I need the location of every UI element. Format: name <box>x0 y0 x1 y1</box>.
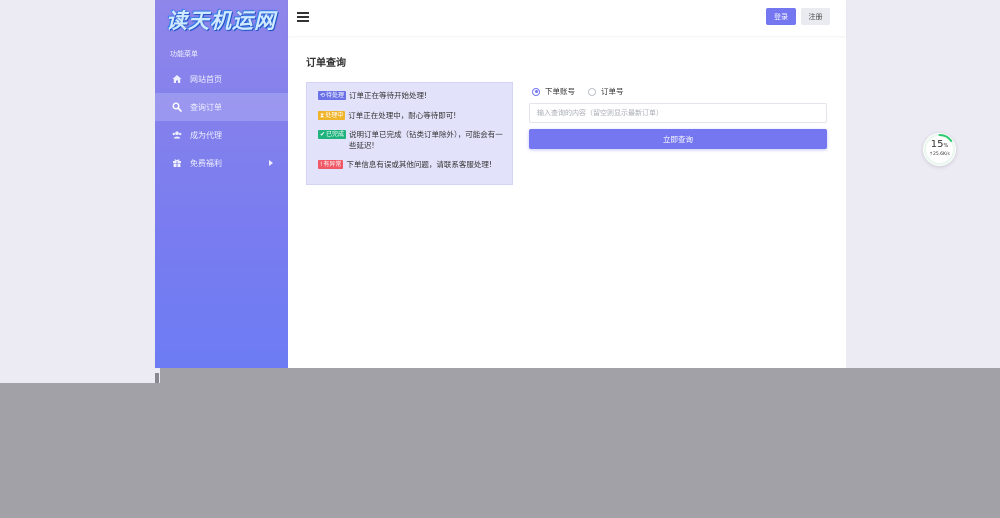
sidebar-item-query-order[interactable]: 查询订单 <box>155 93 288 121</box>
sidebar-item-label: 网站首页 <box>190 74 222 84</box>
sidebar: 读天机运网 功能菜单 网站首页 查询订单 成为代理 免费福利 <box>155 0 288 368</box>
status-row-exception: ! 有异常 下单信息有误或其他问题，请联系客服处理! <box>318 159 508 170</box>
radio-label-order-number[interactable]: 订单号 <box>601 86 624 97</box>
status-description: 订单正在处理中，耐心等待即可! <box>348 111 457 120</box>
alert-circle-icon: ! <box>320 161 323 168</box>
status-row-processing: ⧗ 处理中 订单正在处理中，耐心等待即可! <box>318 110 508 121</box>
check-circle-icon: ✔ <box>320 131 326 138</box>
overlay-notch <box>155 373 159 383</box>
hourglass-icon: ⧗ <box>320 112 325 119</box>
sidebar-item-label: 免费福利 <box>190 158 222 168</box>
query-input[interactable] <box>529 103 827 123</box>
sidebar-item-label: 查询订单 <box>190 102 222 112</box>
radio-order-account[interactable] <box>532 87 540 96</box>
status-row-completed: ✔ 已完成 说明订单已完成（钻类订单除外），可能会有一些延迟! <box>318 129 508 151</box>
radio-label-order-account[interactable]: 下单账号 <box>545 86 575 97</box>
search-icon <box>172 102 182 112</box>
speed-widget[interactable]: 15% ↑25.6K/s <box>923 133 956 166</box>
top-bar: 登录 注册 <box>288 0 846 36</box>
speed-percent: 15% <box>930 139 949 150</box>
hamburger-icon[interactable] <box>297 12 309 22</box>
gift-icon <box>172 158 182 168</box>
status-description: 下单信息有误或其他问题，请联系客服处理! <box>346 160 492 169</box>
main-panel: 登录 注册 订单查询 ⟲ 待处理 订单正在等待开始处理! ⧗ 处理中 订单正在处理中… <box>288 0 846 368</box>
overlay-region <box>0 383 1000 518</box>
speed-rate: ↑25.6K/s <box>929 152 950 157</box>
chevron-right-icon <box>269 160 273 166</box>
register-button[interactable]: 注册 <box>801 8 830 25</box>
overlay-strip <box>160 368 1000 383</box>
sidebar-item-free-benefits[interactable]: 免费福利 <box>155 149 288 177</box>
menu-heading: 功能菜单 <box>170 50 198 58</box>
query-type-radio-group: 下单账号 订单号 <box>532 86 637 97</box>
page-title: 订单查询 <box>306 58 346 69</box>
sidebar-item-become-agent[interactable]: 成为代理 <box>155 121 288 149</box>
status-description: 说明订单已完成（钻类订单除外），可能会有一些延迟! <box>349 130 503 150</box>
status-info-box: ⟲ 待处理 订单正在等待开始处理! ⧗ 处理中 订单正在处理中，耐心等待即可! ✔ 已… <box>306 82 513 185</box>
sidebar-item-label: 成为代理 <box>190 130 222 140</box>
status-badge-completed: ✔ 已完成 <box>318 130 347 139</box>
radio-order-number[interactable] <box>588 87 596 96</box>
query-submit-button[interactable]: 立即查询 <box>529 129 827 149</box>
users-icon <box>172 130 182 140</box>
status-badge-processing: ⧗ 处理中 <box>318 111 346 120</box>
refresh-icon: ⟲ <box>320 92 326 99</box>
status-badge-pending: ⟲ 待处理 <box>318 91 347 100</box>
sidebar-item-home[interactable]: 网站首页 <box>155 65 288 93</box>
home-icon <box>172 74 182 84</box>
status-row-pending: ⟲ 待处理 订单正在等待开始处理! <box>318 90 508 101</box>
login-button[interactable]: 登录 <box>766 8 796 25</box>
status-badge-exception: ! 有异常 <box>318 160 344 169</box>
site-logo[interactable]: 读天机运网 <box>165 4 277 36</box>
status-description: 订单正在等待开始处理! <box>349 91 428 100</box>
